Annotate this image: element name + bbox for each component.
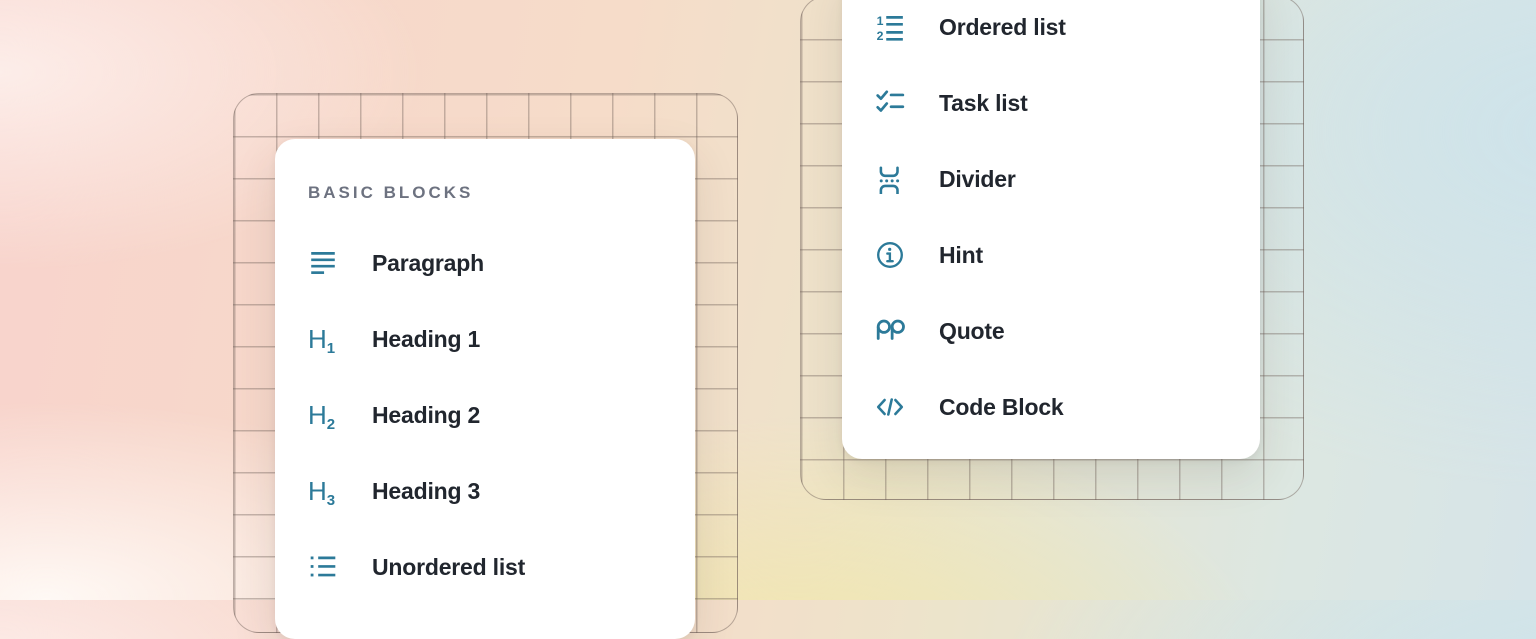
blocks-menu-continued: 1 2 Ordered list Task list [842, 0, 1260, 459]
heading-1-icon: H1 [308, 323, 342, 355]
menu-item-code-block[interactable]: Code Block [842, 369, 1260, 445]
menu-item-divider[interactable]: Divider [842, 141, 1260, 217]
menu-item-label: Quote [939, 318, 1004, 345]
hint-icon [875, 239, 909, 271]
menu-item-label: Divider [939, 166, 1016, 193]
section-title: BASIC BLOCKS [275, 183, 695, 203]
menu-item-heading-1[interactable]: H1 Heading 1 [275, 301, 695, 377]
unordered-list-icon [308, 551, 342, 583]
menu-item-label: Ordered list [939, 14, 1066, 41]
menu-item-unordered-list[interactable]: Unordered list [275, 529, 695, 605]
menu-item-ordered-list[interactable]: 1 2 Ordered list [842, 0, 1260, 65]
menu-item-label: Unordered list [372, 554, 525, 581]
menu-item-paragraph[interactable]: Paragraph [275, 225, 695, 301]
basic-blocks-menu: BASIC BLOCKS Paragraph H1 Heading 1 H2 H… [275, 139, 695, 639]
ordered-list-icon: 1 2 [875, 11, 909, 43]
menu-item-quote[interactable]: Quote [842, 293, 1260, 369]
menu-item-label: Hint [939, 242, 983, 269]
paragraph-icon [308, 247, 342, 279]
heading-2-icon: H2 [308, 399, 342, 431]
menu-item-label: Paragraph [372, 250, 484, 277]
code-block-icon [875, 391, 909, 423]
divider-icon [875, 163, 909, 195]
svg-text:2: 2 [877, 29, 884, 42]
menu-item-label: Code Block [939, 394, 1064, 421]
heading-3-icon: H3 [308, 475, 342, 507]
menu-item-heading-3[interactable]: H3 Heading 3 [275, 453, 695, 529]
menu-item-label: Heading 3 [372, 478, 480, 505]
menu-item-hint[interactable]: Hint [842, 217, 1260, 293]
task-list-icon [875, 87, 909, 119]
menu-item-task-list[interactable]: Task list [842, 65, 1260, 141]
menu-item-label: Heading 2 [372, 402, 480, 429]
menu-item-label: Task list [939, 90, 1028, 117]
svg-text:1: 1 [877, 14, 884, 28]
menu-item-label: Heading 1 [372, 326, 480, 353]
menu-item-heading-2[interactable]: H2 Heading 2 [275, 377, 695, 453]
quote-icon [875, 315, 909, 347]
